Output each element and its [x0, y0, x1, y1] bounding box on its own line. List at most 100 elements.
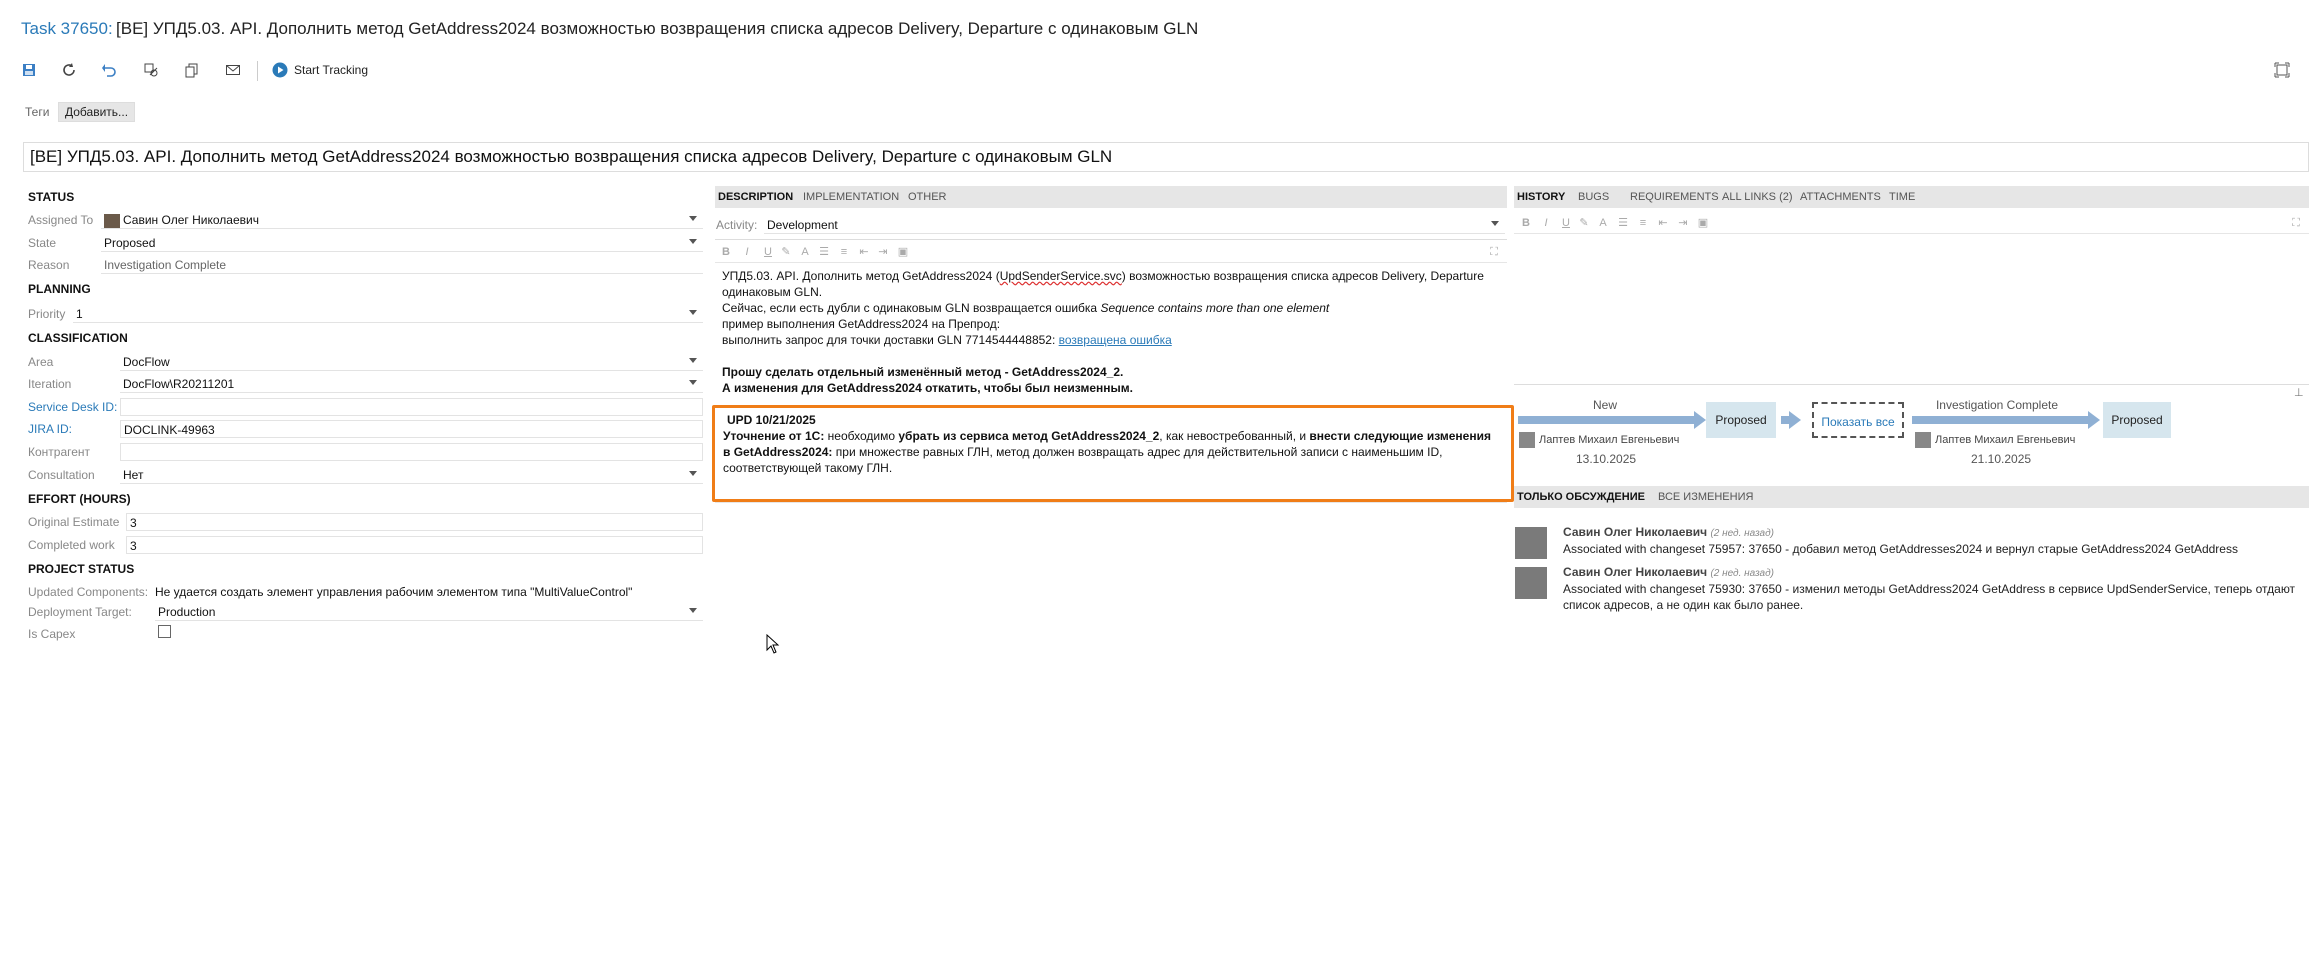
link-icon[interactable]	[143, 62, 159, 78]
chevron-down-icon[interactable]	[689, 358, 697, 363]
project-status-header: PROJECT STATUS	[28, 562, 135, 576]
tab-bugs[interactable]: BUGS	[1578, 186, 1609, 208]
description-editor[interactable]: УПД5.03. API. Дополнить метод GetAddress…	[722, 268, 1502, 396]
chevron-down-icon[interactable]	[1491, 221, 1499, 226]
numbered-list-icon[interactable]: ≡	[838, 246, 850, 258]
priority-field[interactable]: 1	[73, 305, 703, 323]
chevron-down-icon[interactable]	[689, 380, 697, 385]
area-field[interactable]: DocFlow	[120, 353, 703, 371]
service-desk-label[interactable]: Service Desk ID:	[28, 400, 117, 414]
tab-attachments[interactable]: ATTACHMENTS	[1800, 186, 1881, 208]
activity-field[interactable]: Development	[764, 216, 1505, 234]
error-link[interactable]: возвращена ошибка	[1059, 333, 1172, 347]
history-tabbar: HISTORY BUGS REQUIREMENTS ALL LINKS (2) …	[1514, 186, 2309, 208]
underline-icon[interactable]: U	[762, 246, 774, 258]
bullet-list-icon[interactable]: ☰	[1617, 217, 1629, 229]
deployment-target-value: Production	[158, 605, 216, 619]
assigned-to-value: Савин Олег Николаевич	[123, 213, 259, 227]
tags-label: Теги	[25, 105, 50, 119]
mail-icon[interactable]	[225, 62, 241, 78]
numbered-list-icon[interactable]: ≡	[1637, 217, 1649, 229]
font-color-icon[interactable]: A	[799, 246, 811, 258]
iteration-field[interactable]: DocFlow\R20211201	[120, 375, 703, 393]
avatar	[104, 213, 120, 228]
start-tracking-label: Start Tracking	[294, 63, 369, 77]
classification-header: CLASSIFICATION	[28, 331, 128, 345]
outdent-icon[interactable]: ⇤	[858, 246, 870, 258]
kontragent-input[interactable]	[120, 443, 703, 461]
iteration-value: DocFlow\R20211201	[123, 377, 235, 391]
avatar	[1515, 567, 1547, 599]
tab-implementation[interactable]: IMPLEMENTATION	[803, 186, 899, 208]
chevron-down-icon[interactable]	[689, 216, 697, 221]
highlight-icon[interactable]: ✎	[1578, 217, 1590, 229]
refresh-icon[interactable]	[61, 62, 77, 78]
tab-all-links[interactable]: ALL LINKS (2)	[1722, 186, 1793, 208]
original-estimate-input[interactable]: 3	[126, 513, 703, 531]
tab-time[interactable]: TIME	[1889, 186, 1915, 208]
copy-icon[interactable]	[184, 62, 200, 78]
title-field[interactable]: [BE] УПД5.03. API. Дополнить метод GetAd…	[23, 142, 2309, 172]
start-tracking-button[interactable]: Start Tracking	[272, 61, 368, 79]
assigned-to-label: Assigned To	[28, 213, 94, 227]
underline-icon[interactable]: U	[1560, 217, 1572, 229]
font-color-icon[interactable]: A	[1597, 217, 1609, 229]
expand-icon[interactable]: ⛶	[2290, 217, 2302, 229]
chevron-down-icon[interactable]	[689, 608, 697, 613]
avatar	[1915, 432, 1931, 448]
avatar	[1515, 527, 1547, 559]
chevron-down-icon[interactable]	[689, 471, 697, 476]
state-proposed-2: Proposed	[2103, 402, 2171, 438]
expand-icon[interactable]: ⛶	[1488, 246, 1500, 258]
is-capex-checkbox[interactable]	[158, 625, 171, 638]
indent-icon[interactable]: ⇥	[877, 246, 889, 258]
tab-requirements[interactable]: REQUIREMENTS	[1630, 186, 1719, 208]
completed-work-label: Completed work	[28, 538, 115, 552]
completed-work-input[interactable]: 3	[126, 536, 703, 554]
italic-icon[interactable]: I	[1540, 217, 1552, 229]
save-icon[interactable]	[21, 62, 37, 78]
deployment-target-field[interactable]: Production	[155, 603, 703, 621]
tab-description[interactable]: DESCRIPTION	[718, 186, 793, 208]
flow-new-label: New	[1592, 398, 1617, 412]
bold-icon[interactable]: B	[1520, 217, 1532, 229]
task-ref-link[interactable]: Task 37650:	[21, 19, 113, 38]
chevron-down-icon[interactable]	[689, 310, 697, 315]
consultation-field[interactable]: Нет	[120, 466, 703, 484]
indent-icon[interactable]: ⇥	[1677, 217, 1689, 229]
image-icon[interactable]: ▣	[1697, 217, 1709, 229]
flow-arrow	[1912, 416, 2088, 424]
undo-icon[interactable]	[101, 62, 117, 78]
history-comment-input[interactable]	[1514, 233, 2309, 385]
jira-label[interactable]: JIRA ID:	[28, 422, 72, 436]
italic-icon[interactable]: I	[741, 246, 753, 258]
arrow-head-icon	[2088, 411, 2100, 429]
service-desk-input[interactable]	[120, 398, 703, 416]
image-icon[interactable]: ▣	[897, 246, 909, 258]
maximize-icon[interactable]	[2274, 62, 2290, 78]
arrow-head-icon	[1789, 411, 1801, 429]
assigned-to-field[interactable]: Савин Олег Николаевич	[101, 211, 703, 229]
area-value: DocFlow	[123, 355, 170, 369]
pin-icon[interactable]: ⊥	[2294, 386, 2304, 399]
tab-discussion-only[interactable]: ТОЛЬКО ОБСУЖДЕНИЕ	[1517, 486, 1645, 508]
flow-person-2-name: Лаптев Михаил Евгеньевич	[1935, 434, 2076, 446]
bullet-list-icon[interactable]: ☰	[818, 246, 830, 258]
tab-all-changes[interactable]: ВСЕ ИЗМЕНЕНИЯ	[1658, 486, 1753, 508]
add-tag-button[interactable]: Добавить...	[58, 102, 136, 122]
chevron-down-icon[interactable]	[689, 239, 697, 244]
flow-person-1: Лаптев Михаил Евгеньевич	[1519, 432, 1679, 448]
outdent-icon[interactable]: ⇤	[1657, 217, 1669, 229]
flow-arrow	[1781, 416, 1789, 424]
highlight-icon[interactable]: ✎	[780, 246, 792, 258]
mouse-cursor-icon	[766, 634, 780, 654]
bold-icon[interactable]: B	[720, 246, 732, 258]
activity-label: Activity:	[716, 218, 758, 232]
state-field[interactable]: Proposed	[101, 234, 703, 252]
jira-input[interactable]: DOCLINK-49963	[120, 420, 703, 438]
arrow-head-icon	[1694, 411, 1706, 429]
show-all-button[interactable]: Показать все	[1812, 402, 1904, 438]
consultation-value: Нет	[123, 468, 144, 482]
tab-other[interactable]: OTHER	[908, 186, 947, 208]
tab-history[interactable]: HISTORY	[1517, 186, 1565, 208]
